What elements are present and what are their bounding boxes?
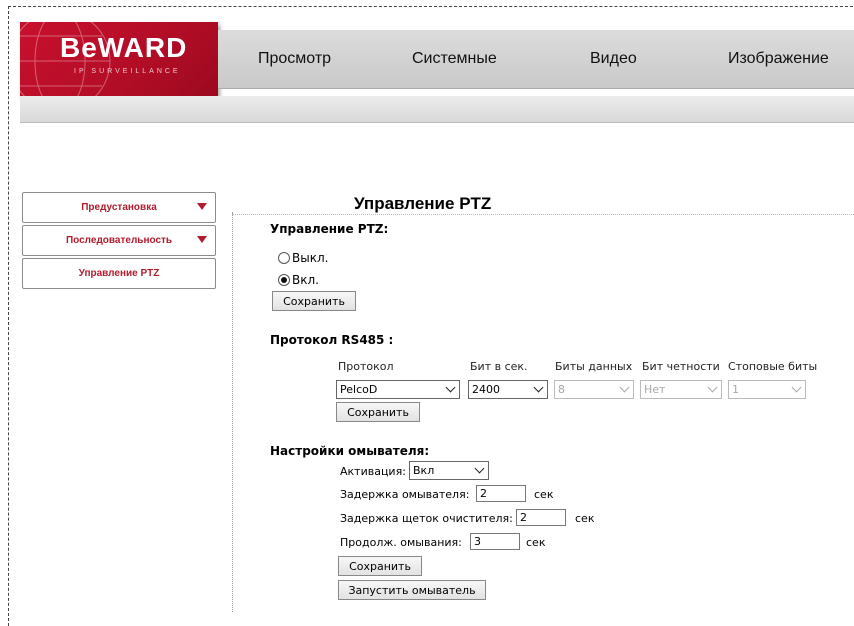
rs485-save-button[interactable]: Сохранить xyxy=(336,402,420,422)
rs485-label: Протокол RS485 : xyxy=(270,333,394,347)
page-title: Управление PTZ xyxy=(354,194,492,213)
sidebar: Предустановка Последовательность Управле… xyxy=(22,192,216,291)
sidebar-item-sequence[interactable]: Последовательность xyxy=(22,225,216,256)
brand-logo[interactable]: BeWARD IP SURVEILLANCE xyxy=(20,22,218,96)
baud-column-label: Бит в сек. xyxy=(470,360,528,373)
stop-bits-value: 1 xyxy=(732,383,739,396)
parity-value: Нет xyxy=(644,383,666,396)
logo-text: BeWARD xyxy=(60,32,188,63)
menu-item-video[interactable]: Видео xyxy=(590,50,637,68)
duration-input[interactable]: 3 xyxy=(470,533,520,550)
radio-off-label: Выкл. xyxy=(292,251,329,265)
baud-select[interactable]: 2400 xyxy=(468,380,548,399)
chevron-down-icon xyxy=(474,463,485,474)
duration-label: Продолж. омывания: xyxy=(340,536,462,549)
logo-subtext: IP SURVEILLANCE xyxy=(74,68,181,75)
content-divider xyxy=(232,212,233,612)
radio-on[interactable]: Вкл. xyxy=(278,273,319,287)
protocol-column-label: Протокол xyxy=(338,360,394,373)
triangle-down-icon xyxy=(197,203,207,210)
sidebar-item-ptz-control[interactable]: Управление PTZ xyxy=(22,258,216,289)
top-menu-bar: Просмотр Системные Видео Изображение xyxy=(218,30,854,89)
chevron-down-icon xyxy=(533,382,544,393)
data-bits-column-label: Биты данных xyxy=(555,360,633,373)
protocol-select[interactable]: PelcoD xyxy=(336,380,460,399)
wiper-delay-unit: сек xyxy=(534,488,554,501)
brush-delay-unit: сек xyxy=(575,512,595,525)
chevron-down-icon xyxy=(791,382,802,393)
parity-select[interactable]: Нет xyxy=(640,380,722,399)
radio-on-label: Вкл. xyxy=(292,273,319,287)
ptz-save-button[interactable]: Сохранить xyxy=(272,291,356,311)
protocol-value: PelcoD xyxy=(340,383,378,396)
sidebar-item-label: Предустановка xyxy=(81,202,157,213)
menu-item-view[interactable]: Просмотр xyxy=(258,50,331,68)
brush-delay-input[interactable]: 2 xyxy=(516,509,566,526)
stop-bits-select[interactable]: 1 xyxy=(728,380,806,399)
menu-item-image[interactable]: Изображение xyxy=(728,50,829,68)
chevron-down-icon xyxy=(445,382,456,393)
radio-on-button[interactable] xyxy=(278,274,290,286)
data-bits-select[interactable]: 8 xyxy=(554,380,634,399)
wiper-label: Настройки омывателя: xyxy=(270,444,430,458)
start-wiper-button[interactable]: Запустить омыватель xyxy=(338,580,486,600)
title-underline xyxy=(232,214,854,215)
activation-value: Вкл xyxy=(413,464,435,477)
wiper-delay-input[interactable]: 2 xyxy=(476,485,526,502)
menu-item-system[interactable]: Системные xyxy=(412,50,497,68)
brush-delay-label: Задержка щеток очистителя: xyxy=(340,512,513,525)
sub-menu-bar xyxy=(20,96,854,123)
chevron-down-icon xyxy=(707,382,718,393)
activation-label: Активация: xyxy=(340,465,406,478)
stop-bits-column-label: Стоповые биты xyxy=(728,360,818,373)
duration-unit: сек xyxy=(526,536,546,549)
baud-value: 2400 xyxy=(472,383,500,396)
ptz-control-label: Управление PTZ: xyxy=(270,222,389,236)
activation-select[interactable]: Вкл xyxy=(409,461,489,480)
radio-off-button[interactable] xyxy=(278,252,290,264)
sidebar-item-preset[interactable]: Предустановка xyxy=(22,192,216,223)
data-bits-value: 8 xyxy=(558,383,565,396)
wiper-save-button[interactable]: Сохранить xyxy=(338,556,422,576)
triangle-down-icon xyxy=(197,236,207,243)
chevron-down-icon xyxy=(619,382,630,393)
wiper-delay-label: Задержка омывателя: xyxy=(340,488,470,501)
sidebar-item-label: Управление PTZ xyxy=(78,268,160,279)
sidebar-item-label: Последовательность xyxy=(65,235,173,246)
radio-off[interactable]: Выкл. xyxy=(278,251,328,265)
parity-column-label: Бит четности xyxy=(642,360,720,373)
